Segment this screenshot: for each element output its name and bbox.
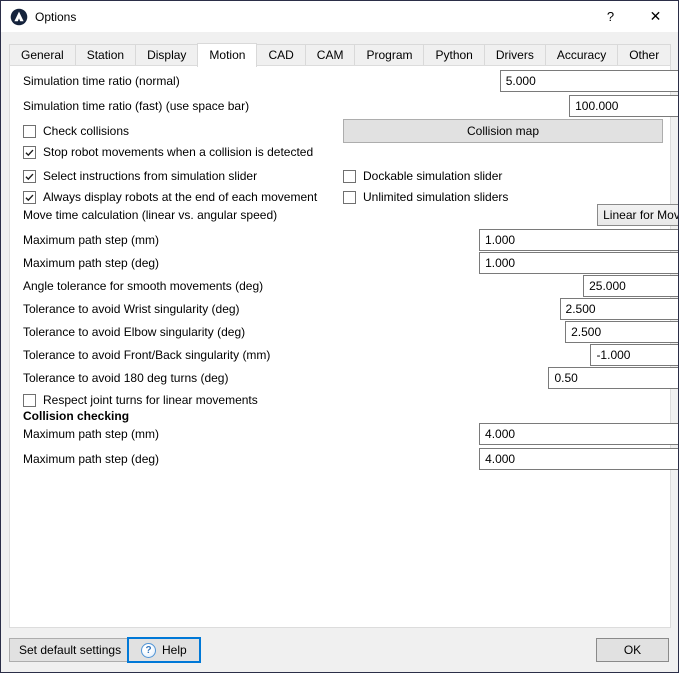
max-path-step-mm-input[interactable] <box>480 230 679 250</box>
sim-ratio-normal-label: Simulation time ratio (normal) <box>23 74 180 88</box>
sim-ratio-fast-spinbox[interactable] <box>569 95 679 117</box>
elbow-singularity-spinbox[interactable] <box>565 321 679 343</box>
field-row: Simulation time ratio (normal) <box>23 70 662 92</box>
sim-ratio-normal-input[interactable] <box>501 71 679 91</box>
wrist-singularity-label: Tolerance to avoid Wrist singularity (de… <box>23 302 240 316</box>
angle-tolerance-spinbox[interactable] <box>583 275 679 297</box>
sim-ratio-fast-label: Simulation time ratio (fast) (use space … <box>23 99 249 113</box>
check-collisions-checkbox[interactable] <box>23 125 36 138</box>
respect-joint-turns-label[interactable]: Respect joint turns for linear movements <box>43 393 258 407</box>
turns-180-input[interactable] <box>549 368 679 388</box>
tab-accuracy[interactable]: Accuracy <box>545 44 618 65</box>
always-display-robots-label[interactable]: Always display robots at the end of each… <box>43 190 317 204</box>
elbow-singularity-label: Tolerance to avoid Elbow singularity (de… <box>23 325 245 339</box>
set-default-settings-button[interactable]: Set default settings <box>9 638 131 662</box>
move-time-calc-label: Move time calculation (linear vs. angula… <box>23 208 277 222</box>
tab-station[interactable]: Station <box>75 44 136 65</box>
stop-on-collision-checkbox[interactable] <box>23 146 36 159</box>
cc-max-path-step-deg-spinbox[interactable] <box>479 448 679 470</box>
help-button[interactable]: ? Help <box>127 637 201 663</box>
angle-tolerance-label: Angle tolerance for smooth movements (de… <box>23 279 263 293</box>
elbow-singularity-input[interactable] <box>566 322 679 342</box>
cc-max-path-step-deg-input[interactable] <box>480 449 679 469</box>
tab-general[interactable]: General <box>9 44 76 65</box>
turns-180-spinbox[interactable] <box>548 367 679 389</box>
field-row: Move time calculation (linear vs. angula… <box>23 204 662 226</box>
unlimited-sliders-label[interactable]: Unlimited simulation sliders <box>363 190 508 204</box>
select-instructions-label[interactable]: Select instructions from simulation slid… <box>43 169 257 183</box>
field-row: Tolerance to avoid Front/Back singularit… <box>23 344 662 366</box>
options-dialog: Options ? ✕ General Station Display Moti… <box>0 0 679 673</box>
field-row: Stop robot movements when a collision is… <box>23 141 662 163</box>
check-icon <box>24 192 35 203</box>
help-icon: ? <box>141 643 156 658</box>
tab-strip: General Station Display Motion CAD CAM P… <box>9 42 670 66</box>
collision-checking-heading: Collision checking <box>23 409 129 423</box>
ok-button[interactable]: OK <box>596 638 669 662</box>
unlimited-sliders-checkbox[interactable] <box>343 191 356 204</box>
sim-ratio-fast-input[interactable] <box>570 96 679 116</box>
dockable-slider-item: Dockable simulation slider <box>343 165 502 187</box>
wrist-singularity-input[interactable] <box>561 299 679 319</box>
check-icon <box>24 171 35 182</box>
turns-180-label: Tolerance to avoid 180 deg turns (deg) <box>23 371 228 385</box>
robodk-logo-icon <box>10 8 28 26</box>
close-icon: ✕ <box>650 8 662 25</box>
dockable-slider-checkbox[interactable] <box>343 170 356 183</box>
field-row: Select instructions from simulation slid… <box>23 165 662 187</box>
max-path-step-deg-spinbox[interactable] <box>479 252 679 274</box>
max-path-step-mm-spinbox[interactable] <box>479 229 679 251</box>
cc-max-path-step-mm-label: Maximum path step (mm) <box>23 427 159 441</box>
field-row: Maximum path step (deg) <box>23 252 662 274</box>
tab-display[interactable]: Display <box>135 44 198 65</box>
respect-joint-turns-checkbox[interactable] <box>23 394 36 407</box>
frontback-singularity-label: Tolerance to avoid Front/Back singularit… <box>23 348 270 362</box>
tab-cad[interactable]: CAD <box>256 44 305 65</box>
wrist-singularity-spinbox[interactable] <box>560 298 679 320</box>
cc-max-path-step-mm-input[interactable] <box>480 424 679 444</box>
frontback-singularity-spinbox[interactable] <box>590 344 679 366</box>
titlebar-buttons: ? ✕ <box>588 1 678 32</box>
titlebar-close-button[interactable]: ✕ <box>633 1 678 32</box>
check-collisions-label[interactable]: Check collisions <box>43 124 129 138</box>
angle-tolerance-input[interactable] <box>584 276 679 296</box>
window-title: Options <box>35 10 76 24</box>
field-row: Maximum path step (mm) <box>23 423 662 445</box>
titlebar: Options ? ✕ <box>1 1 678 32</box>
check-icon <box>24 147 35 158</box>
question-icon: ? <box>607 9 614 24</box>
motion-tab-page: Simulation time ratio (normal) Simulatio… <box>9 65 671 628</box>
max-path-step-mm-label: Maximum path step (mm) <box>23 233 159 247</box>
sim-ratio-normal-spinbox[interactable] <box>500 70 679 92</box>
field-row: Check collisions Collision map <box>23 119 662 143</box>
tab-python[interactable]: Python <box>423 44 484 65</box>
cc-max-path-step-mm-spinbox[interactable] <box>479 423 679 445</box>
stop-on-collision-label[interactable]: Stop robot movements when a collision is… <box>43 145 313 159</box>
field-row: Angle tolerance for smooth movements (de… <box>23 275 662 297</box>
tab-motion[interactable]: Motion <box>197 43 257 67</box>
move-time-calc-dropdown[interactable]: Linear for MoveL, angular for MoveJ <box>597 204 679 226</box>
frontback-singularity-input[interactable] <box>591 345 679 365</box>
field-row: Tolerance to avoid 180 deg turns (deg) <box>23 367 662 389</box>
always-display-robots-checkbox[interactable] <box>23 191 36 204</box>
dockable-slider-label[interactable]: Dockable simulation slider <box>363 169 502 183</box>
tab-other[interactable]: Other <box>617 44 671 65</box>
field-row: Maximum path step (mm) <box>23 229 662 251</box>
max-path-step-deg-label: Maximum path step (deg) <box>23 256 159 270</box>
select-instructions-checkbox[interactable] <box>23 170 36 183</box>
field-row: Simulation time ratio (fast) (use space … <box>23 95 662 117</box>
cc-max-path-step-deg-label: Maximum path step (deg) <box>23 452 159 466</box>
tab-drivers[interactable]: Drivers <box>484 44 546 65</box>
move-time-calc-value: Linear for MoveL, angular for MoveJ <box>603 208 679 222</box>
field-row: Maximum path step (deg) <box>23 448 662 470</box>
collision-map-button[interactable]: Collision map <box>343 119 663 143</box>
field-row: Tolerance to avoid Wrist singularity (de… <box>23 298 662 320</box>
tab-cam[interactable]: CAM <box>305 44 356 65</box>
titlebar-help-button[interactable]: ? <box>588 1 633 32</box>
tab-program[interactable]: Program <box>354 44 424 65</box>
field-row: Tolerance to avoid Elbow singularity (de… <box>23 321 662 343</box>
max-path-step-deg-input[interactable] <box>480 253 679 273</box>
